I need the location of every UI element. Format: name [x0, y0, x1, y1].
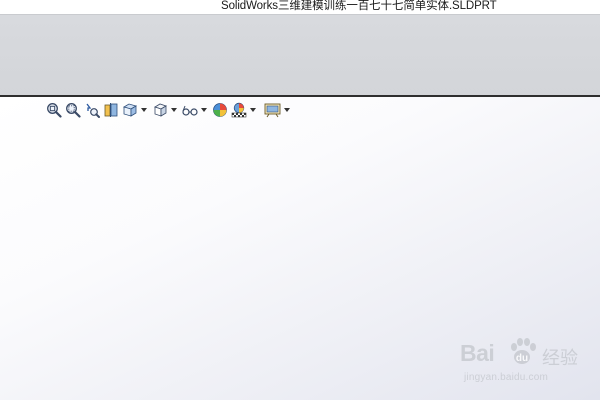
- hide-show-items-dropdown-icon[interactable]: [199, 100, 208, 120]
- watermark-brand-suffix: 经验: [542, 348, 578, 368]
- section-view-icon[interactable]: [101, 100, 120, 120]
- view-orientation-dropdown-icon[interactable]: [139, 100, 148, 120]
- edit-appearance-icon[interactable]: [210, 100, 229, 120]
- solidworks-window: SolidWorks三维建模训练一百七十七简单实体.SLDPRT Bai du …: [0, 0, 600, 400]
- command-manager-ribbon: [0, 14, 600, 96]
- zoom-to-area-icon[interactable]: [63, 100, 82, 120]
- view-settings-dropdown-icon[interactable]: [282, 100, 291, 120]
- baidu-jingyan-watermark: Bai du 经验 jingyan.baidu.com: [458, 330, 598, 390]
- paw-logo-icon: du: [506, 336, 538, 373]
- view-orientation-icon[interactable]: [120, 100, 139, 120]
- display-style-dropdown-icon[interactable]: [169, 100, 178, 120]
- previous-view-icon[interactable]: [82, 100, 101, 120]
- watermark-brand: Bai: [460, 340, 495, 366]
- apply-scene-dropdown-icon[interactable]: [248, 100, 257, 120]
- hide-show-items-icon[interactable]: [180, 100, 199, 120]
- window-title: SolidWorks三维建模训练一百七十七简单实体.SLDPRT: [221, 0, 497, 12]
- view-settings-icon[interactable]: [263, 100, 282, 120]
- heads-up-view-toolbar: [44, 99, 293, 121]
- watermark-url: jingyan.baidu.com: [464, 372, 549, 383]
- zoom-to-fit-icon[interactable]: [44, 100, 63, 120]
- title-bar: SolidWorks三维建模训练一百七十七简单实体.SLDPRT: [0, 0, 600, 14]
- display-style-icon[interactable]: [150, 100, 169, 120]
- apply-scene-icon[interactable]: [229, 100, 248, 120]
- svg-text:du: du: [516, 353, 528, 364]
